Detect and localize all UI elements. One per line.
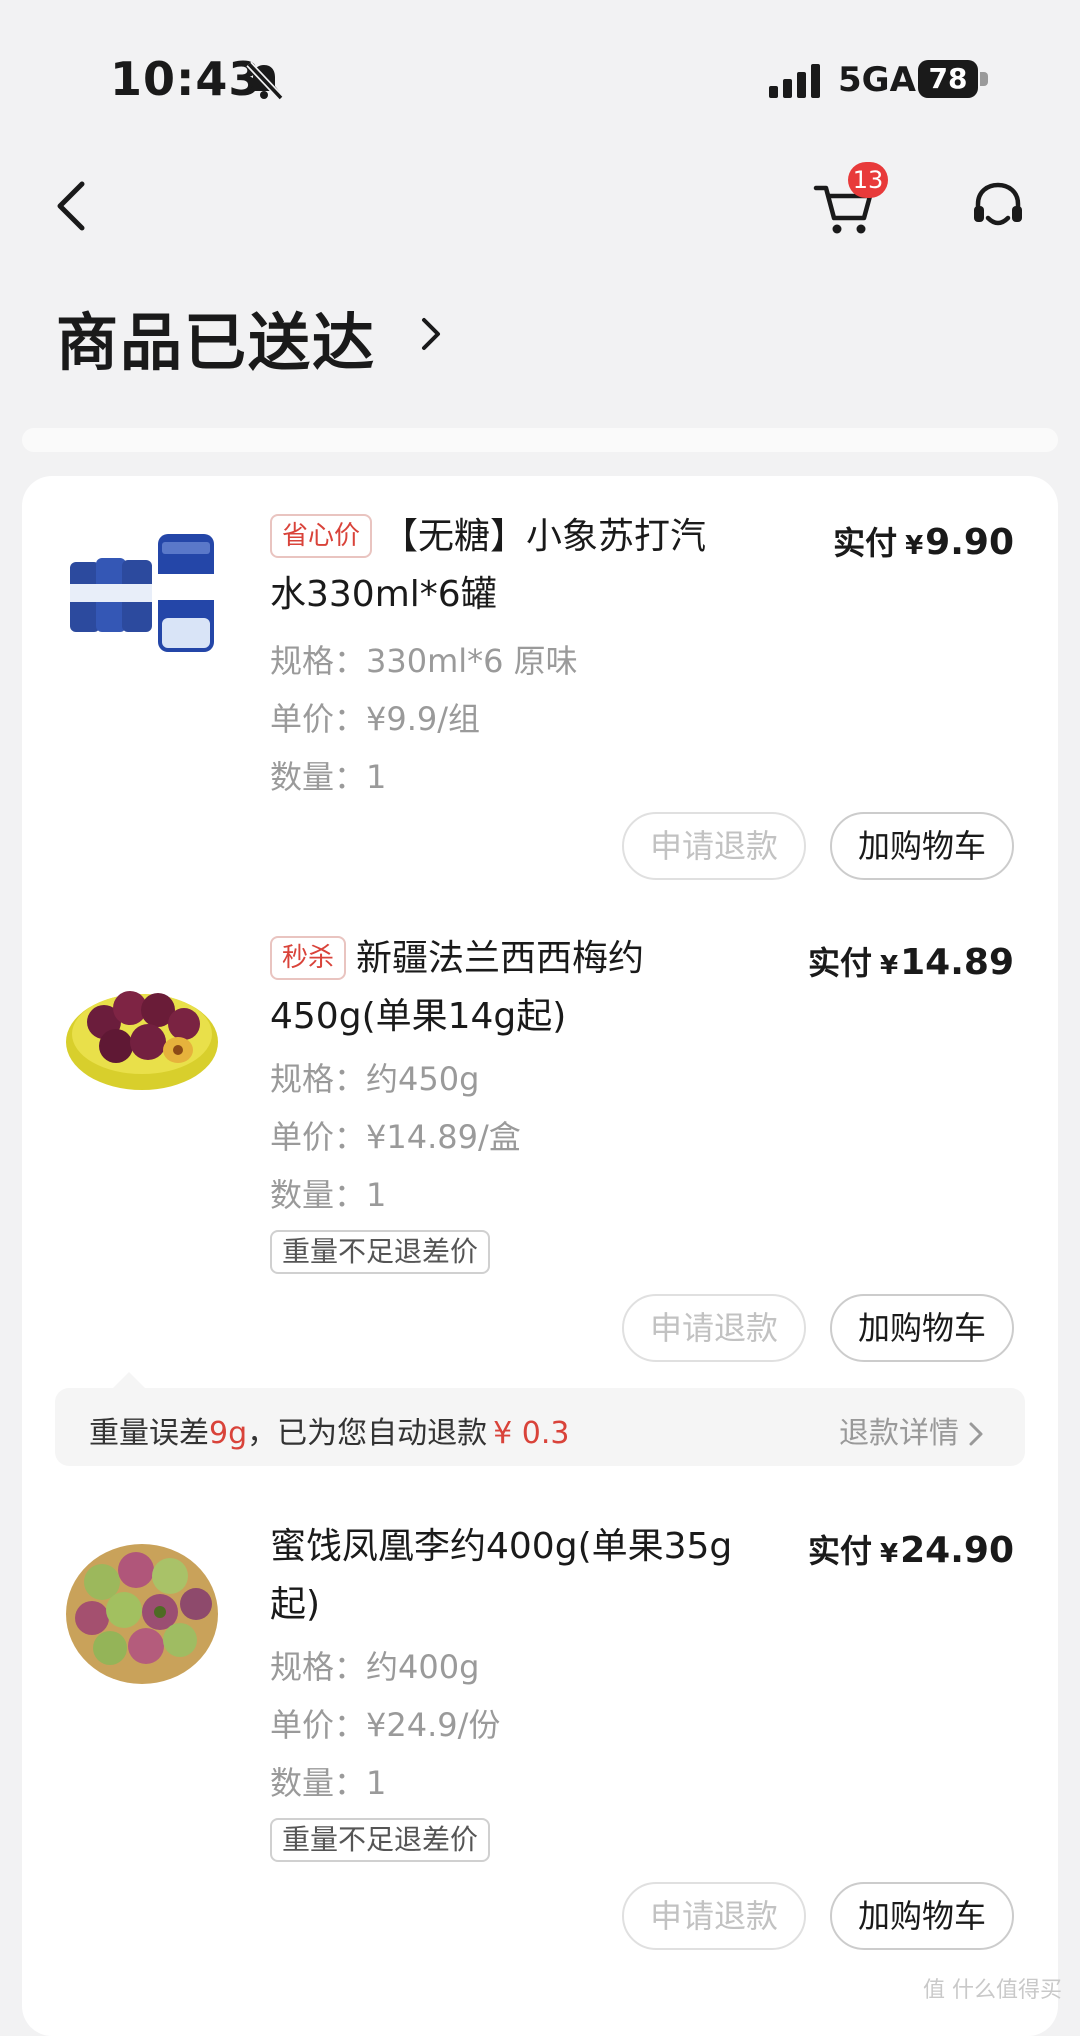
item-1-add-cart-button[interactable]: 加购物车 — [830, 812, 1014, 880]
soda-water-product-image[interactable] — [62, 522, 222, 682]
item-2-spec: 规格：约450g — [270, 1060, 480, 1098]
back-icon[interactable] — [48, 178, 96, 234]
item-2-quantity: 数量：1 — [270, 1176, 387, 1214]
chevron-right-icon — [969, 1422, 983, 1446]
plum-product-image[interactable] — [62, 1528, 222, 1688]
item-1-refund-button[interactable]: 申请退款 — [622, 812, 806, 880]
network-type: 5GA — [838, 60, 916, 100]
chevron-right-icon[interactable] — [416, 314, 446, 354]
cart-badge: 13 — [848, 162, 888, 198]
order-items-card — [22, 476, 1058, 2036]
item-3-quantity: 数量：1 — [270, 1764, 387, 1802]
item-3-refund-button[interactable]: 申请退款 — [622, 1882, 806, 1950]
bell-muted-icon — [246, 61, 284, 101]
watermark: 值 什么值得买 — [923, 1978, 1062, 2003]
item-2-tag: 秒杀 — [270, 936, 347, 980]
item-3-spec: 规格：约400g — [270, 1648, 480, 1686]
customer-service-icon[interactable] — [968, 178, 1028, 238]
item-1-quantity: 数量：1 — [270, 758, 387, 796]
item-3-paid: 实付 ¥24.90 — [808, 1530, 1014, 1571]
item-2-paid: 实付 ¥14.89 — [808, 942, 1014, 983]
item-3-add-cart-button[interactable]: 加购物车 — [830, 1882, 1014, 1950]
refund-detail-link[interactable]: 退款详情 — [839, 1408, 985, 1452]
status-time: 10:43 — [110, 52, 262, 106]
prune-product-image[interactable] — [62, 946, 222, 1106]
refund-notice-text: 重量误差9g，已为您自动退款 ¥ 0.3 — [89, 1416, 570, 1451]
item-3-unit-price: 单价：¥24.9/份 — [270, 1706, 501, 1744]
item-1-title[interactable]: 省心价 【无糖】小象苏打汽水330ml*6罐 — [270, 508, 740, 624]
status-bar: 10:43 5GA 78 — [0, 0, 1080, 150]
card-divider — [22, 428, 1058, 452]
item-1-spec: 规格：330ml*6 原味 — [270, 642, 578, 680]
item-2-unit-price: 单价：¥14.89/盒 — [270, 1118, 521, 1156]
signal-icon — [769, 64, 820, 98]
item-1-unit-price: 单价：¥9.9/组 — [270, 700, 481, 738]
item-1-tag: 省心价 — [270, 514, 373, 558]
battery-icon: 78 — [918, 60, 990, 98]
item-2-weight-note: 重量不足退差价 — [270, 1230, 491, 1274]
item-3-title[interactable]: 蜜饯凤凰李约400g(单果35g起) — [270, 1518, 740, 1634]
item-1-paid: 实付 ¥9.90 — [833, 522, 1014, 563]
item-3-weight-note: 重量不足退差价 — [270, 1818, 491, 1862]
auto-refund-notice: 重量误差9g，已为您自动退款 ¥ 0.3 退款详情 — [55, 1388, 1025, 1466]
refund-notice-pointer — [113, 1372, 145, 1388]
page-title[interactable]: 商品已送达 — [56, 292, 376, 382]
battery-level: 78 — [928, 62, 968, 95]
item-2-refund-button[interactable]: 申请退款 — [622, 1294, 806, 1362]
item-2-title[interactable]: 秒杀 新疆法兰西西梅约450g(单果14g起) — [270, 930, 740, 1046]
item-2-add-cart-button[interactable]: 加购物车 — [830, 1294, 1014, 1362]
